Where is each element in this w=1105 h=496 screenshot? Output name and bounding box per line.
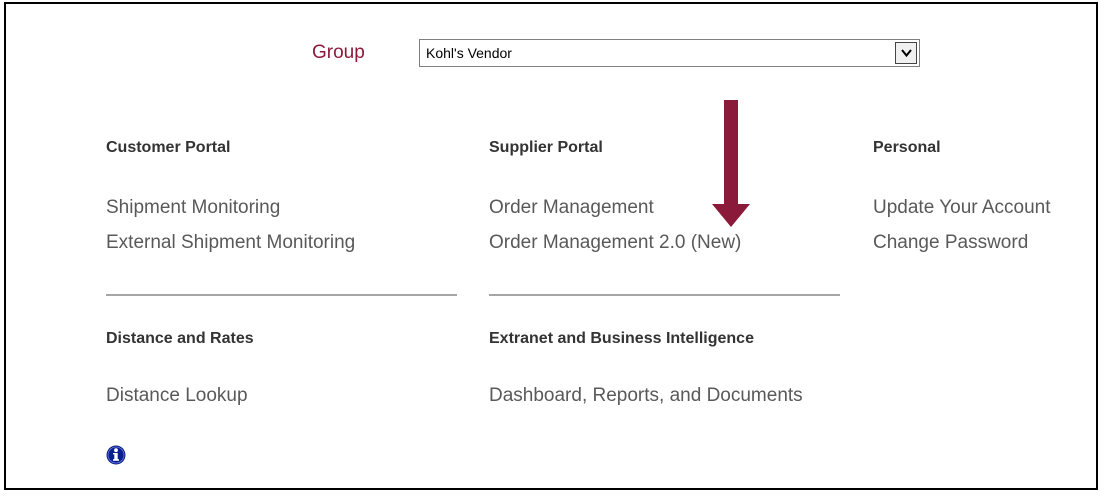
change-password-link[interactable]: Change Password (873, 232, 1028, 254)
down-arrow-icon (712, 100, 750, 227)
chevron-down-icon (901, 49, 912, 58)
external-shipment-monitoring-link[interactable]: External Shipment Monitoring (106, 232, 355, 254)
group-select-dropdown-button[interactable] (895, 42, 917, 64)
group-label: Group (312, 42, 365, 63)
info-icon[interactable] (106, 445, 126, 465)
dashboard-reports-documents-link[interactable]: Dashboard, Reports, and Documents (489, 385, 803, 407)
supplier-portal-heading: Supplier Portal (489, 139, 603, 156)
extranet-bi-heading: Extranet and Business Intelligence (489, 330, 754, 347)
order-management-link[interactable]: Order Management (489, 197, 654, 219)
group-select[interactable]: Kohl's Vendor (419, 39, 920, 67)
divider-middle (489, 294, 840, 296)
order-management-2-link[interactable]: Order Management 2.0 (New) (489, 232, 741, 254)
customer-portal-heading: Customer Portal (106, 139, 231, 156)
distance-and-rates-heading: Distance and Rates (106, 330, 254, 347)
divider-left (106, 294, 457, 296)
update-your-account-link[interactable]: Update Your Account (873, 197, 1050, 219)
shipment-monitoring-link[interactable]: Shipment Monitoring (106, 197, 280, 219)
personal-heading: Personal (873, 139, 941, 156)
group-select-value: Kohl's Vendor (426, 45, 512, 61)
distance-lookup-link[interactable]: Distance Lookup (106, 385, 248, 407)
